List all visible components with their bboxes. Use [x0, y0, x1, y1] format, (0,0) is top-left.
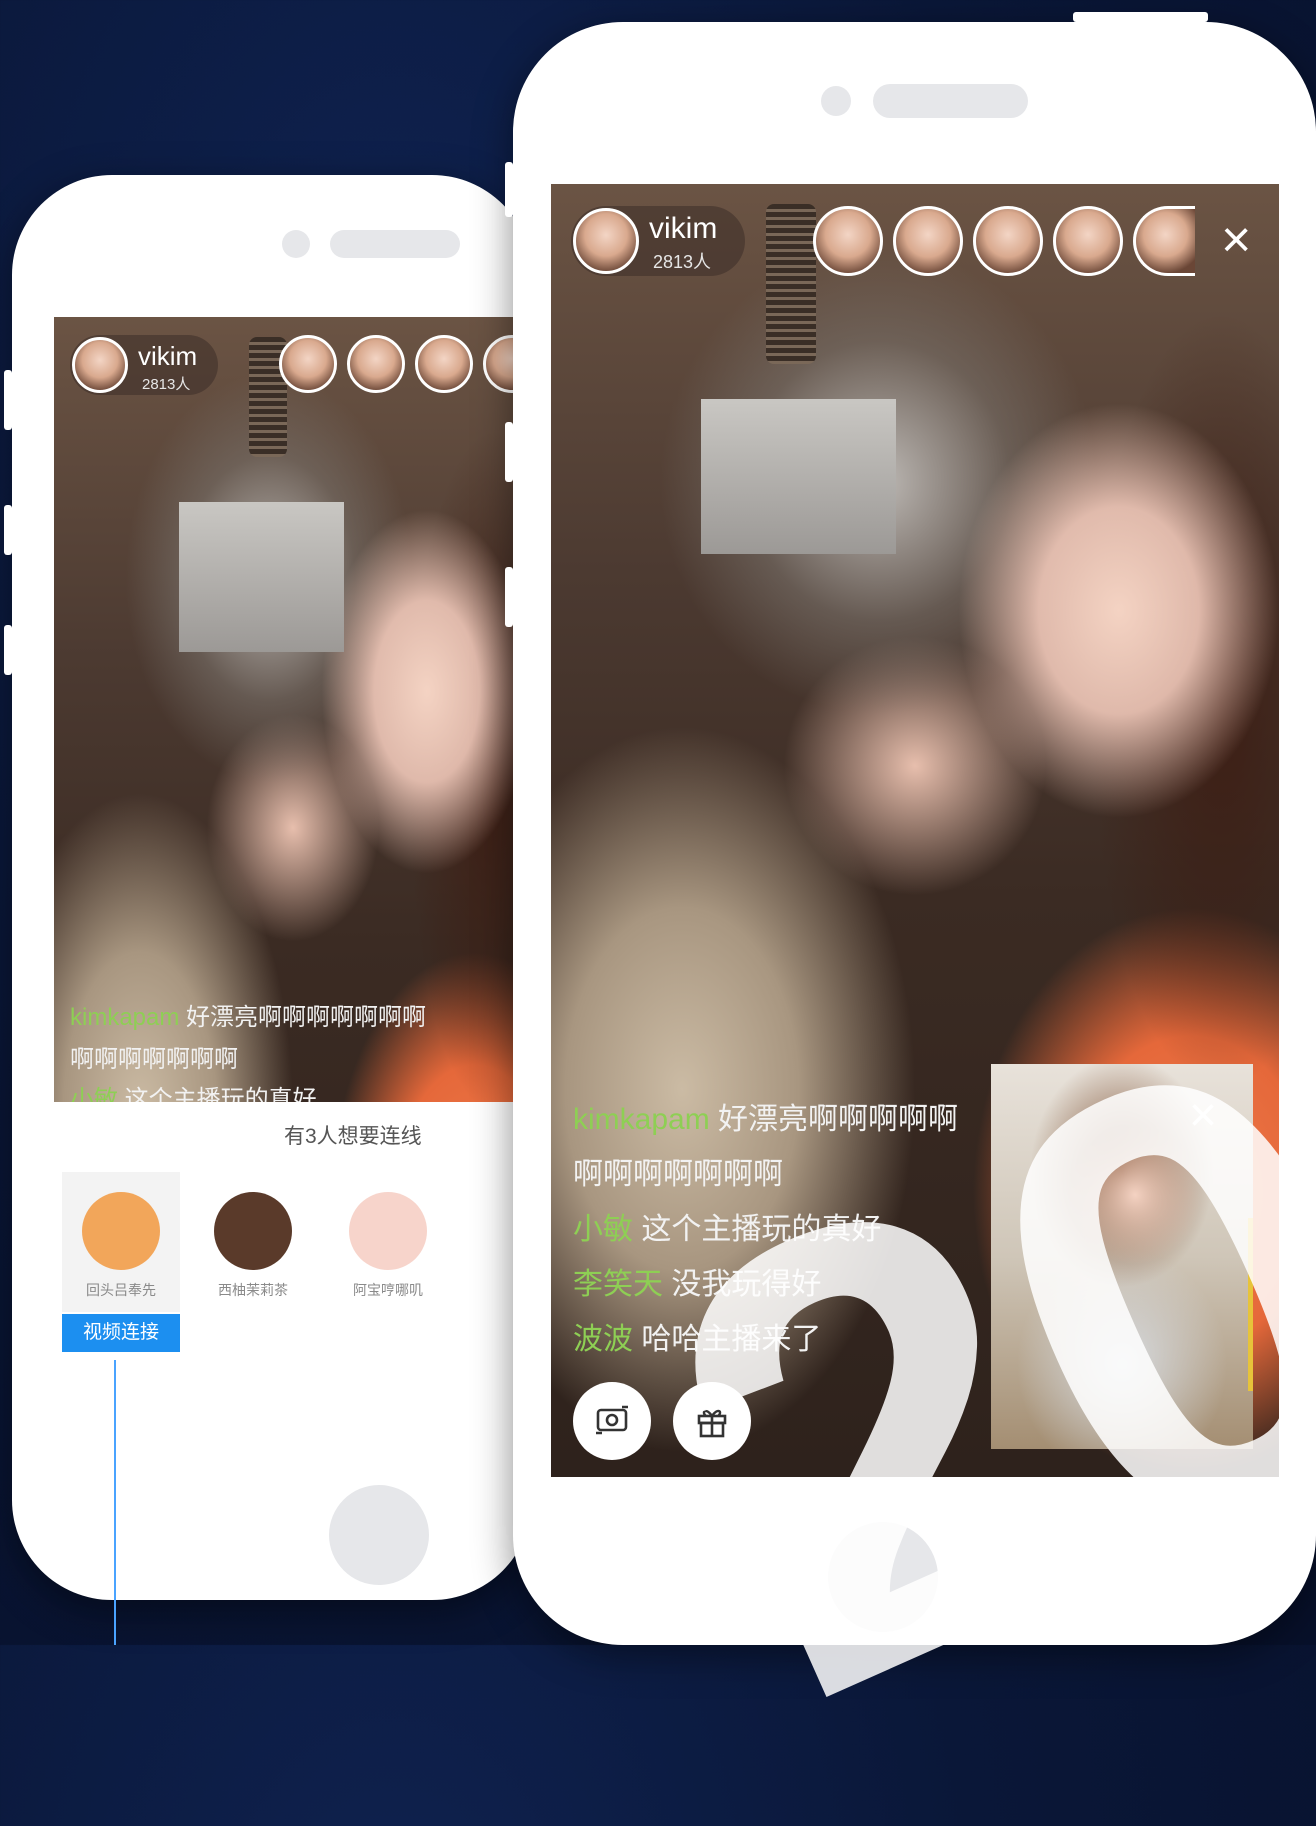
comment-text: 哈哈主播来了	[641, 1323, 822, 1356]
front-camera	[282, 230, 310, 258]
camera-switch-icon	[596, 1405, 628, 1435]
switch-camera-button[interactable]	[573, 1382, 651, 1460]
viewer-avatar[interactable]	[415, 335, 473, 393]
volume-up-button	[4, 370, 12, 430]
comment-user: 李笑天	[573, 1268, 663, 1301]
candidate-avatar	[349, 1192, 427, 1270]
comment-line: 啊啊啊啊啊啊啊	[70, 1039, 238, 1074]
comment-text: 这个主播玩的真好	[641, 1213, 882, 1246]
right-phone: vikim 2813人 × kimkapam 好漂亮啊啊啊啊啊 啊啊啊啊啊啊啊 …	[505, 12, 1316, 1645]
connect-panel-title: 有3人想要连线	[284, 1125, 422, 1148]
candidate-name: 阿宝哼哪叽	[353, 1282, 423, 1298]
candidate-name: 西柚茉莉茶	[218, 1282, 288, 1298]
comment-text: 啊啊啊啊啊啊啊	[70, 1046, 238, 1073]
right-screen: vikim 2813人 × kimkapam 好漂亮啊啊啊啊啊 啊啊啊啊啊啊啊 …	[551, 184, 1279, 1477]
side-button	[505, 422, 513, 482]
mute-switch	[4, 625, 12, 675]
viewer-avatar[interactable]	[1133, 206, 1195, 276]
candidate-item[interactable]: 西柚茉莉茶	[194, 1172, 312, 1312]
comment-line: kimkapam 好漂亮啊啊啊啊啊	[573, 1094, 958, 1138]
left-phone: vikim 2813人 kimkapam 好漂亮啊啊啊啊啊啊啊 啊啊啊啊啊啊啊 …	[4, 175, 532, 1600]
host-avatar	[573, 208, 639, 274]
comment-user: 小敏	[573, 1213, 633, 1246]
comment-user: kimkapam	[573, 1103, 710, 1136]
left-screen: vikim 2813人 kimkapam 好漂亮啊啊啊啊啊啊啊 啊啊啊啊啊啊啊 …	[54, 317, 532, 1452]
candidate-item[interactable]: 回头吕奉先	[62, 1172, 180, 1312]
connector-line	[114, 1360, 116, 1645]
viewer-avatar[interactable]	[973, 206, 1043, 276]
comment-line: 小敏 这个主播玩的真好	[573, 1204, 881, 1248]
viewer-count: 2813人	[653, 252, 712, 272]
comment-text: 好漂亮啊啊啊啊啊啊啊	[186, 1004, 427, 1031]
viewer-avatar[interactable]	[893, 206, 963, 276]
viewer-avatar[interactable]	[1053, 206, 1123, 276]
candidate-name: 回头吕奉先	[86, 1282, 156, 1298]
side-button	[505, 567, 513, 627]
side-button	[505, 162, 513, 217]
pip-close-icon[interactable]: ×	[1189, 1092, 1217, 1140]
video-connect-button[interactable]: 视频连接	[62, 1314, 180, 1352]
candidate-avatar	[214, 1192, 292, 1270]
host-name: vikim	[138, 341, 198, 371]
viewer-avatar[interactable]	[347, 335, 405, 393]
pip-video[interactable]: ×	[991, 1064, 1253, 1449]
candidate-item[interactable]: 阿宝哼哪叽	[324, 1172, 452, 1312]
power-button	[1073, 12, 1208, 22]
comment-line: 李笑天 没我玩得好	[573, 1259, 821, 1303]
home-button[interactable]	[329, 1485, 429, 1585]
host-avatar	[72, 337, 128, 393]
comment-line: kimkapam 好漂亮啊啊啊啊啊啊啊	[70, 997, 426, 1032]
host-info[interactable]: vikim 2813人	[571, 206, 745, 276]
pip-edge	[1248, 1218, 1253, 1392]
earpiece-speaker	[873, 84, 1028, 118]
comment-text: 啊啊啊啊啊啊啊	[573, 1158, 783, 1191]
front-camera	[821, 86, 851, 116]
comment-text: 没我玩得好	[671, 1268, 822, 1301]
viewer-avatar[interactable]	[813, 206, 883, 276]
earpiece-speaker	[330, 230, 460, 258]
gift-icon	[697, 1409, 727, 1438]
comment-line: 波波 哈哈主播来了	[573, 1314, 821, 1358]
viewer-count: 2813人	[142, 376, 191, 393]
home-button[interactable]	[828, 1522, 938, 1632]
viewer-avatar[interactable]	[279, 335, 337, 393]
close-icon[interactable]: ×	[1221, 214, 1251, 266]
comment-text: 好漂亮啊啊啊啊啊	[718, 1103, 959, 1136]
comment-user: 波波	[573, 1323, 633, 1356]
candidate-avatar	[82, 1192, 160, 1270]
connect-request-panel: 有3人想要连线 回头吕奉先 西柚茉莉茶 阿宝哼哪叽 视频连接	[54, 1102, 532, 1452]
volume-down-button	[4, 505, 12, 555]
gift-button[interactable]	[673, 1382, 751, 1460]
host-name: vikim	[649, 212, 718, 245]
comment-user: kimkapam	[70, 1004, 180, 1031]
comment-line: 啊啊啊啊啊啊啊	[573, 1149, 783, 1193]
host-info[interactable]: vikim 2813人	[70, 335, 218, 395]
